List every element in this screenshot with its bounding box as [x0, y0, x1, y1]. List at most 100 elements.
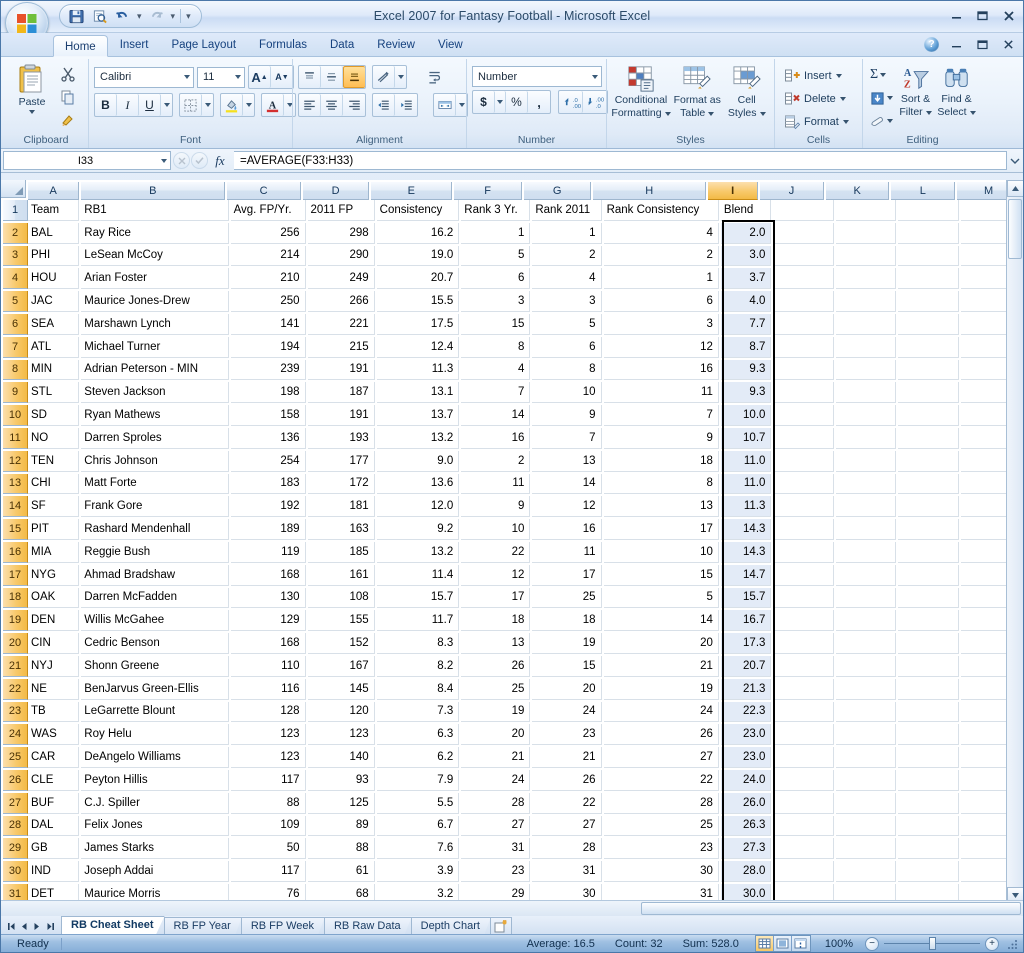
- cell-C15[interactable]: 189: [231, 519, 306, 540]
- cell-A23[interactable]: TB: [28, 702, 79, 723]
- cell-G30[interactable]: 31: [532, 861, 601, 882]
- cell-I16[interactable]: 14.3: [721, 542, 772, 563]
- increase-decimal-button[interactable]: .0 .00: [559, 91, 583, 113]
- table-row[interactable]: PHILeSean McCoy21429019.05223.0: [28, 246, 1021, 267]
- cell-H29[interactable]: 23: [604, 838, 719, 859]
- customize-qat-icon[interactable]: ▾: [184, 11, 193, 22]
- cell-B14[interactable]: Frank Gore: [81, 496, 228, 517]
- cell-B21[interactable]: Shonn Greene: [81, 656, 228, 677]
- tab-home[interactable]: Home: [53, 35, 108, 57]
- cell-E7[interactable]: 12.4: [377, 337, 460, 358]
- cell-L8[interactable]: [898, 360, 958, 381]
- cell-F1[interactable]: Rank 3 Yr.: [461, 200, 530, 221]
- cell-G18[interactable]: 25: [532, 588, 601, 609]
- cell-G8[interactable]: 8: [532, 360, 601, 381]
- cell-F9[interactable]: 7: [461, 382, 530, 403]
- undo-button[interactable]: [112, 6, 133, 26]
- tab-page-layout[interactable]: Page Layout: [160, 34, 247, 56]
- cell-B23[interactable]: LeGarrette Blount: [81, 702, 228, 723]
- cell-E20[interactable]: 8.3: [377, 633, 460, 654]
- cell-H3[interactable]: 2: [604, 246, 719, 267]
- cell-D9[interactable]: 187: [308, 382, 375, 403]
- cell-B26[interactable]: Peyton Hillis: [81, 770, 228, 791]
- cell-I7[interactable]: 8.7: [721, 337, 772, 358]
- row-header-18[interactable]: 18: [3, 588, 28, 609]
- cell-E22[interactable]: 8.4: [377, 679, 460, 700]
- cell-G5[interactable]: 3: [532, 291, 601, 312]
- cell-B13[interactable]: Matt Forte: [81, 474, 228, 495]
- cell-L19[interactable]: [898, 610, 958, 631]
- cell-D29[interactable]: 88: [308, 838, 375, 859]
- table-row[interactable]: DENWillis McGahee12915511.718181416.7: [28, 610, 1021, 631]
- delete-cells-button[interactable]: Delete: [780, 88, 850, 110]
- bold-button[interactable]: B: [95, 94, 117, 116]
- format-cells-button[interactable]: Format: [780, 111, 853, 133]
- cell-E11[interactable]: 13.2: [377, 428, 460, 449]
- cell-G14[interactable]: 12: [532, 496, 601, 517]
- cell-A21[interactable]: NYJ: [28, 656, 79, 677]
- cell-L26[interactable]: [898, 770, 958, 791]
- row-header-12[interactable]: 12: [3, 451, 28, 472]
- cut-button[interactable]: [57, 63, 79, 85]
- cell-A17[interactable]: NYG: [28, 565, 79, 586]
- cell-F23[interactable]: 19: [461, 702, 530, 723]
- cell-G4[interactable]: 4: [532, 268, 601, 289]
- comma-style-button[interactable]: ,: [528, 91, 550, 113]
- row-header-3[interactable]: 3: [3, 246, 28, 267]
- cell-K18[interactable]: [836, 588, 896, 609]
- redo-dropdown-icon[interactable]: ▾: [169, 11, 178, 22]
- cell-L22[interactable]: [898, 679, 958, 700]
- table-row[interactable]: ATLMichael Turner19421512.486128.7: [28, 337, 1021, 358]
- cell-C12[interactable]: 254: [231, 451, 306, 472]
- row-header-20[interactable]: 20: [3, 633, 28, 654]
- cell-F16[interactable]: 22: [461, 542, 530, 563]
- cell-K1[interactable]: [836, 200, 896, 221]
- merge-center-button[interactable]: [434, 94, 456, 116]
- cell-D14[interactable]: 181: [308, 496, 375, 517]
- table-row[interactable]: OAKDarren McFadden13010815.71725515.7: [28, 588, 1021, 609]
- cell-J18[interactable]: [773, 588, 833, 609]
- table-row[interactable]: CLEPeyton Hillis117937.924262224.0: [28, 770, 1021, 791]
- row-header-2[interactable]: 2: [3, 223, 28, 244]
- row-header-23[interactable]: 23: [3, 702, 28, 723]
- row-header-29[interactable]: 29: [3, 838, 28, 859]
- cell-A12[interactable]: TEN: [28, 451, 79, 472]
- cell-H1[interactable]: Rank Consistency: [604, 200, 719, 221]
- tab-formulas[interactable]: Formulas: [248, 34, 318, 56]
- orientation-button[interactable]: [373, 66, 395, 88]
- cell-C7[interactable]: 194: [231, 337, 306, 358]
- cell-J28[interactable]: [773, 816, 833, 837]
- cell-D3[interactable]: 290: [308, 246, 375, 267]
- cell-B24[interactable]: Roy Helu: [81, 724, 228, 745]
- decrease-decimal-button[interactable]: .00 .0: [583, 91, 607, 113]
- cell-F6[interactable]: 15: [461, 314, 530, 335]
- cell-I15[interactable]: 14.3: [721, 519, 772, 540]
- table-row[interactable]: DALFelix Jones109896.727272526.3: [28, 816, 1021, 837]
- cell-G26[interactable]: 26: [532, 770, 601, 791]
- cell-B11[interactable]: Darren Sproles: [81, 428, 228, 449]
- cell-J9[interactable]: [773, 382, 833, 403]
- cell-styles-dropdown-icon[interactable]: [760, 112, 766, 116]
- formula-input[interactable]: =AVERAGE(F33:H33): [234, 151, 1007, 170]
- cell-J24[interactable]: [773, 724, 833, 745]
- align-bottom-button[interactable]: [343, 66, 365, 88]
- cell-C19[interactable]: 129: [231, 610, 306, 631]
- cell-L23[interactable]: [898, 702, 958, 723]
- cell-A3[interactable]: PHI: [28, 246, 79, 267]
- cell-J6[interactable]: [773, 314, 833, 335]
- table-row[interactable]: NODarren Sproles13619313.2167910.7: [28, 428, 1021, 449]
- table-row[interactable]: CARDeAngelo Williams1231406.221212723.0: [28, 747, 1021, 768]
- table-row[interactable]: HOUArian Foster21024920.76413.7: [28, 268, 1021, 289]
- cell-B10[interactable]: Ryan Mathews: [81, 405, 228, 426]
- cell-A4[interactable]: HOU: [28, 268, 79, 289]
- resize-grip-icon[interactable]: [1007, 938, 1019, 950]
- cell-F27[interactable]: 28: [461, 793, 530, 814]
- cell-D26[interactable]: 93: [308, 770, 375, 791]
- vertical-scrollbar[interactable]: [1006, 180, 1023, 904]
- cell-J19[interactable]: [773, 610, 833, 631]
- cell-H7[interactable]: 12: [604, 337, 719, 358]
- cell-D19[interactable]: 155: [308, 610, 375, 631]
- cell-I2[interactable]: 2.0: [721, 223, 772, 244]
- cell-E9[interactable]: 13.1: [377, 382, 460, 403]
- cell-I11[interactable]: 10.7: [721, 428, 772, 449]
